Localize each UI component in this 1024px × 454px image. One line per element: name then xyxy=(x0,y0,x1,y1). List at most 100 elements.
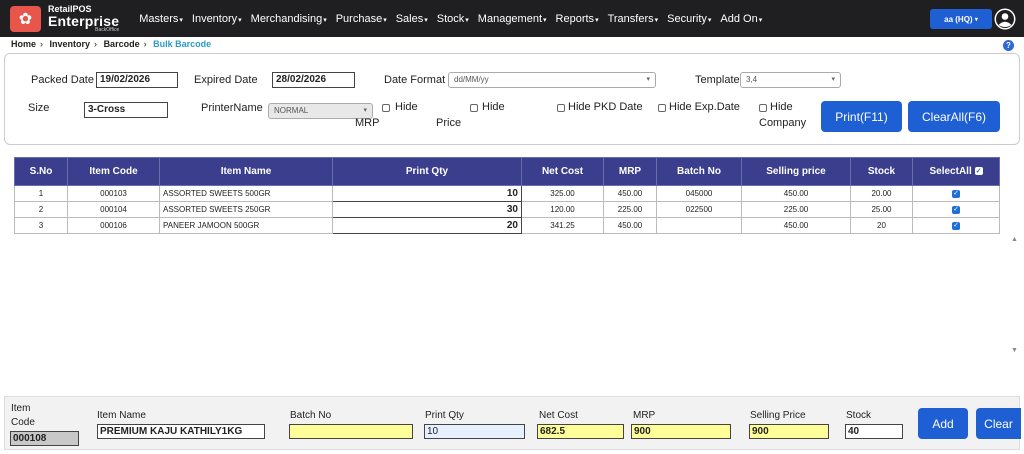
batch-no-input[interactable] xyxy=(289,424,413,439)
item-entry-panel: Item Code 000108 Item Name PREMIUM KAJU … xyxy=(4,396,1021,450)
menu-management[interactable]: Management▾ xyxy=(478,13,547,25)
net-cost-input[interactable]: 682.5 xyxy=(537,424,624,439)
date-format-label: Date Format xyxy=(384,74,446,86)
hide-price-label-line2: Price xyxy=(436,117,462,129)
col-stock: Stock xyxy=(850,157,913,186)
print-qty-entry-input[interactable]: 10 xyxy=(424,424,525,439)
expired-date-input[interactable]: 28/02/2026 xyxy=(272,72,355,88)
print-button[interactable]: Print(F11) xyxy=(821,101,902,132)
stock-label: Stock xyxy=(846,410,872,421)
menu-stock[interactable]: Stock▾ xyxy=(437,13,469,25)
hide-company-label-line1: Hide xyxy=(770,101,793,113)
selling-price-input[interactable]: 900 xyxy=(749,424,829,439)
selling-price-label: Selling Price xyxy=(750,410,806,421)
menu-security[interactable]: Security▾ xyxy=(667,13,711,25)
hide-mrp-label-line1: Hide xyxy=(395,101,418,113)
barcode-settings-panel: Packed Date 19/02/2026 Expired Date 28/0… xyxy=(4,53,1020,145)
printer-name-label: PrinterName xyxy=(201,102,263,114)
cell-item-name: PANEER JAMOON 500GR xyxy=(159,217,333,234)
cell-select: ✓ xyxy=(912,217,1000,234)
cell-select: ✓ xyxy=(912,201,1000,218)
mrp-input[interactable]: 900 xyxy=(631,424,731,439)
hide-pkd-date-label: Hide PKD Date xyxy=(568,101,643,113)
breadcrumb-barcode[interactable]: Barcode xyxy=(104,39,140,49)
menu-sales[interactable]: Sales▾ xyxy=(396,13,428,25)
menu-add-on[interactable]: Add On▾ xyxy=(720,13,762,25)
store-selector-button[interactable]: aa (HQ) ▾ xyxy=(930,9,992,29)
net-cost-label: Net Cost xyxy=(539,410,578,421)
date-format-select[interactable]: dd/MM/yy ▾ xyxy=(448,72,656,88)
breadcrumb-home[interactable]: Home xyxy=(11,39,36,49)
cell-sno: 2 xyxy=(14,201,68,218)
menu-masters[interactable]: Masters▾ xyxy=(139,13,183,25)
clear-button[interactable]: Clear xyxy=(976,408,1021,439)
template-label: Template xyxy=(695,74,740,86)
print-qty-input[interactable]: 30 xyxy=(332,201,522,218)
item-code-label-line1: Item xyxy=(11,403,31,414)
hide-price-checkbox[interactable] xyxy=(470,104,478,112)
select-all-checkbox[interactable]: ✓ xyxy=(974,167,983,176)
table-row[interactable]: 1 000103 ASSORTED SWEETS 500GR 10 325.00… xyxy=(14,185,1000,202)
expired-date-label: Expired Date xyxy=(194,74,258,86)
cell-stock: 20 xyxy=(850,217,913,234)
item-name-label: Item Name xyxy=(97,410,146,421)
size-label: Size xyxy=(28,102,50,114)
scroll-up-arrow-icon[interactable]: ▲ xyxy=(1011,236,1018,243)
cell-selling-price: 450.00 xyxy=(741,185,851,202)
chevron-down-icon: ▾ xyxy=(363,107,367,114)
table-row[interactable]: 2 000104 ASSORTED SWEETS 250GR 30 120.00… xyxy=(14,201,1000,218)
top-nav-bar: ✿ RetailPOS Enterprise BackOffice Master… xyxy=(0,0,1024,37)
col-selling-price: Selling price xyxy=(741,157,851,186)
cell-selling-price: 225.00 xyxy=(741,201,851,218)
cell-item-code: 000103 xyxy=(67,185,160,202)
hide-exp-date-checkbox[interactable] xyxy=(658,104,666,112)
print-qty-input[interactable]: 10 xyxy=(332,185,522,202)
template-select[interactable]: 3,4 ▾ xyxy=(740,72,841,88)
size-input[interactable]: 3-Cross xyxy=(84,102,168,118)
row-select-checkbox[interactable]: ✓ xyxy=(952,189,960,198)
col-item-code: Item Code xyxy=(67,157,160,186)
item-code-label-line2: Code xyxy=(11,417,35,428)
menu-transfers[interactable]: Transfers▾ xyxy=(608,13,659,25)
col-sno: S.No xyxy=(14,157,68,186)
add-button[interactable]: Add xyxy=(918,408,968,439)
hide-company-label-line2: Company xyxy=(759,117,807,129)
print-qty-input[interactable]: 20 xyxy=(332,217,522,234)
col-select-all[interactable]: SelectAll ✓ xyxy=(912,157,1000,186)
row-select-checkbox[interactable]: ✓ xyxy=(952,205,960,214)
cell-item-name: ASSORTED SWEETS 250GR xyxy=(159,201,333,218)
cell-select: ✓ xyxy=(912,185,1000,202)
hide-price-label-line1: Hide xyxy=(482,101,505,113)
cell-stock: 20.00 xyxy=(850,185,913,202)
hide-mrp-checkbox[interactable] xyxy=(382,104,390,112)
scroll-down-arrow-icon[interactable]: ▼ xyxy=(1011,347,1018,354)
breadcrumb-inventory[interactable]: Inventory xyxy=(50,39,91,49)
help-icon[interactable]: ? xyxy=(1003,40,1014,51)
cell-mrp: 450.00 xyxy=(603,217,657,234)
item-code-input[interactable]: 000108 xyxy=(10,431,79,446)
breadcrumb-current: Bulk Barcode xyxy=(153,39,212,49)
cell-item-code: 000106 xyxy=(67,217,160,234)
menu-merchandising[interactable]: Merchandising▾ xyxy=(251,13,327,25)
item-name-input[interactable]: PREMIUM KAJU KATHILY1KG xyxy=(97,424,265,439)
packed-date-input[interactable]: 19/02/2026 xyxy=(96,72,178,88)
table-row[interactable]: 3 000106 PANEER JAMOON 500GR 20 341.25 4… xyxy=(14,217,1000,234)
cell-batch-no: 022500 xyxy=(656,201,742,218)
col-batch-no: Batch No xyxy=(656,157,742,186)
logo-icon: ✿ xyxy=(10,5,41,32)
menu-reports[interactable]: Reports▾ xyxy=(556,13,599,25)
user-avatar-icon[interactable] xyxy=(994,8,1016,30)
row-select-checkbox[interactable]: ✓ xyxy=(952,221,960,230)
hide-mrp-label-line2: MRP xyxy=(355,117,380,129)
chevron-down-icon: ▾ xyxy=(974,16,978,23)
breadcrumb: Home › Inventory › Barcode › Bulk Barcode xyxy=(11,39,212,49)
app-logo[interactable]: ✿ RetailPOS Enterprise BackOffice xyxy=(10,4,119,33)
clear-all-button[interactable]: ClearAll(F6) xyxy=(908,101,1000,132)
print-qty-label: Print Qty xyxy=(425,410,464,421)
col-mrp: MRP xyxy=(603,157,657,186)
menu-inventory[interactable]: Inventory▾ xyxy=(192,13,242,25)
menu-purchase[interactable]: Purchase▾ xyxy=(336,13,387,25)
hide-pkd-date-checkbox[interactable] xyxy=(557,104,565,112)
hide-company-checkbox[interactable] xyxy=(759,104,767,112)
stock-input[interactable]: 40 xyxy=(845,424,903,439)
